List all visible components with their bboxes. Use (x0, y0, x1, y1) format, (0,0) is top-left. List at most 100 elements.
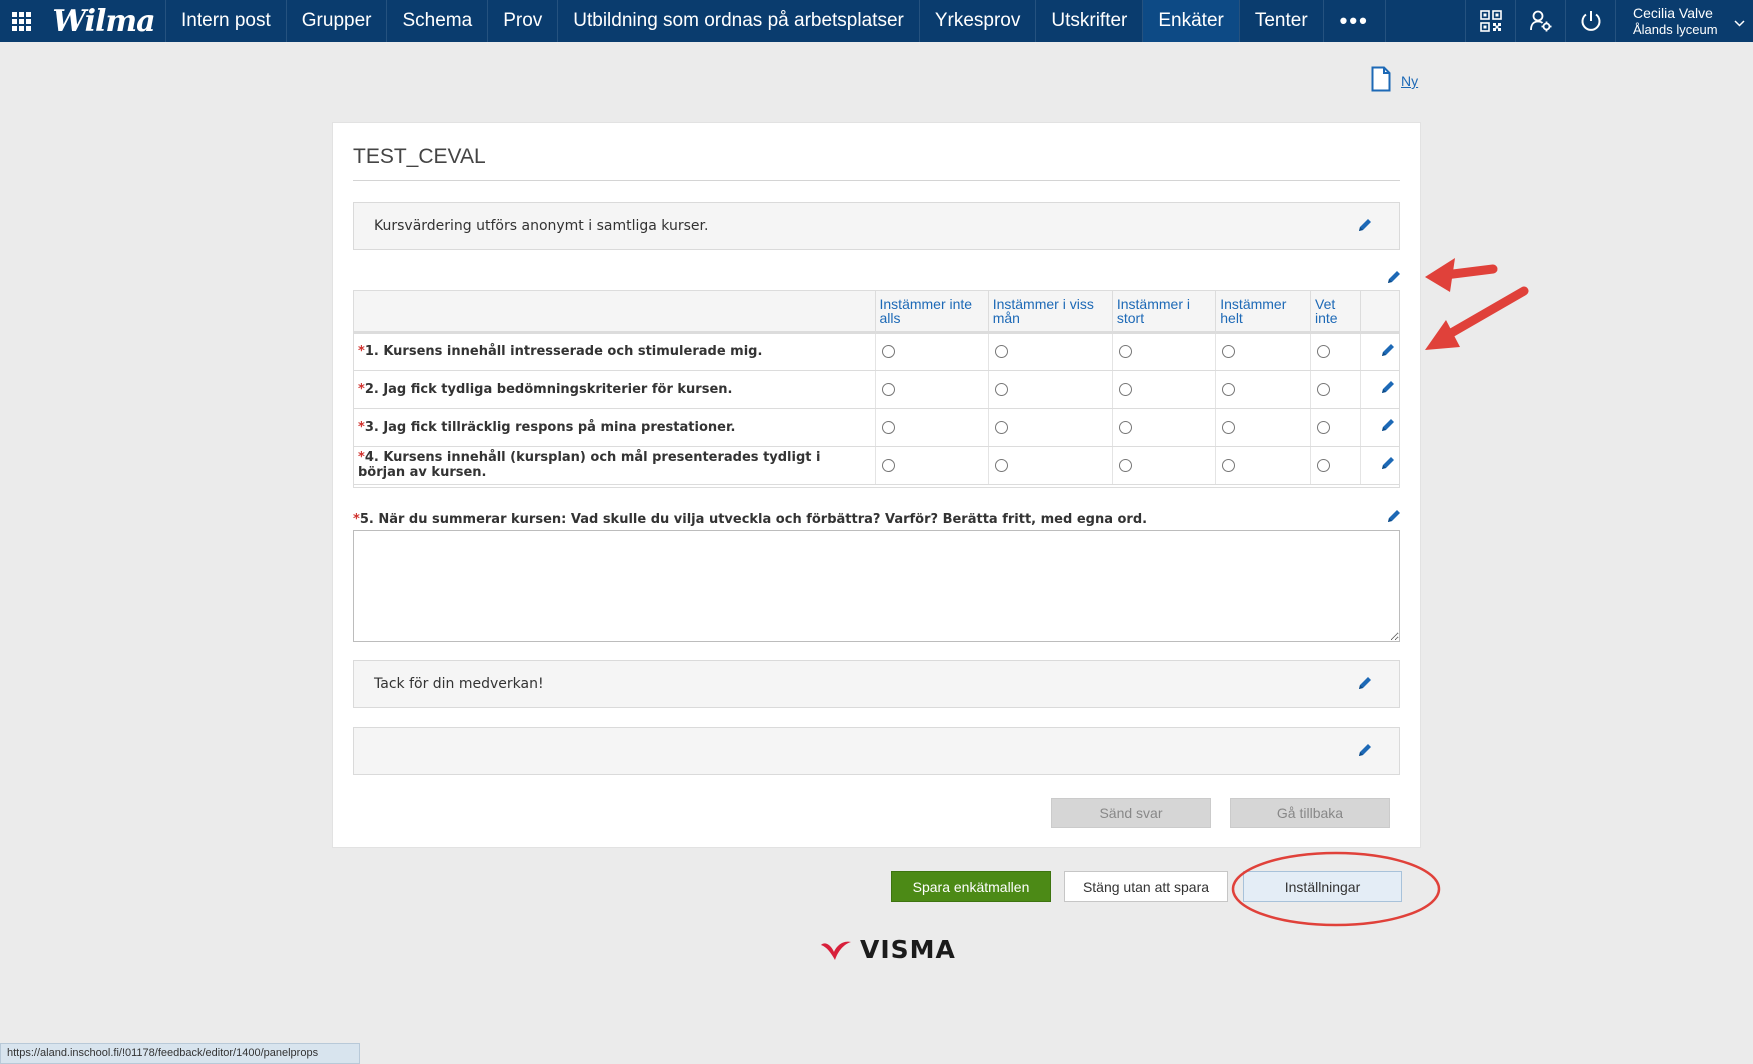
radio-button[interactable] (1118, 382, 1132, 396)
intro-text: Kursvärdering utförs anonymt i samtliga … (374, 218, 709, 234)
nav-yrkesprov[interactable]: Yrkesprov (920, 0, 1037, 42)
annotation-arrow-bottom (1425, 286, 1529, 350)
nav-utbildning-arbetsplatser[interactable]: Utbildning som ordnas på arbetsplatser (558, 0, 920, 42)
radio-button[interactable] (881, 345, 895, 358)
grid-header-row: Instämmer inte alls Instämmer i viss mån… (353, 290, 1400, 332)
open-answer-textarea[interactable] (353, 530, 1400, 642)
edit-pencil-icon[interactable] (1357, 217, 1373, 233)
nav-grupper[interactable]: Grupper (287, 0, 388, 42)
edit-pencil-icon[interactable] (1357, 675, 1373, 691)
question-label: *4. Kursens innehåll (kursplan) och mål … (353, 446, 875, 485)
radio-button[interactable] (1317, 420, 1330, 434)
edit-pencil-icon[interactable] (1386, 508, 1402, 524)
user-name: Cecilia Valve (1633, 5, 1713, 21)
radio-button[interactable] (1118, 458, 1132, 472)
required-marker: * (358, 450, 365, 465)
question-text: 3. Jag fick tillräcklig respons på mina … (364, 419, 736, 435)
status-bar-url: https://aland.inschool.fi/!01178/feedbac… (0, 1043, 360, 1064)
radio-button[interactable] (1222, 345, 1236, 358)
question-label: *2. Jag fick tydliga bedömningskriterier… (353, 370, 875, 409)
new-survey-link[interactable]: Ny (1401, 73, 1418, 89)
wilma-logo[interactable]: Wilma (42, 0, 166, 42)
edit-pencil-icon[interactable] (1380, 417, 1396, 433)
required-marker: * (358, 419, 365, 435)
radio-button[interactable] (1317, 345, 1330, 358)
nav-enkater[interactable]: Enkäter (1143, 0, 1240, 42)
edit-pencil-icon[interactable] (1380, 342, 1396, 358)
intro-text-panel: Kursvärdering utförs anonymt i samtliga … (353, 202, 1400, 250)
visma-logo: VISMA (820, 935, 956, 964)
required-marker: * (358, 344, 365, 359)
nav-schema[interactable]: Schema (387, 0, 489, 42)
table-row: *1. Kursens innehåll intresserade och st… (353, 332, 1400, 371)
apps-grid-icon[interactable] (0, 0, 42, 42)
edit-pencil-icon[interactable] (1380, 379, 1396, 395)
radio-button[interactable] (881, 458, 895, 472)
open-question-label: *5. När du summerar kursen: Vad skulle d… (353, 512, 1147, 527)
edit-pencil-icon[interactable] (1357, 742, 1373, 758)
table-row: *4. Kursens innehåll (kursplan) och mål … (353, 446, 1400, 485)
user-settings-icon[interactable] (1515, 0, 1565, 42)
table-row: *2. Jag fick tydliga bedömningskriterier… (353, 370, 1400, 409)
column-header: Vet inte (1310, 290, 1360, 332)
radio-button[interactable] (881, 382, 895, 396)
edit-pencil-icon[interactable] (1380, 455, 1396, 471)
radio-button[interactable] (994, 345, 1008, 358)
annotation-arrow-top (1425, 258, 1498, 292)
thanks-text-panel: Tack för din medverkan! (353, 660, 1400, 708)
radio-button[interactable] (994, 382, 1008, 396)
column-header: Instämmer i viss mån (987, 290, 1113, 332)
title-divider (353, 180, 1400, 181)
go-back-button[interactable]: Gå tillbaka (1230, 798, 1390, 828)
likert-question-grid: Instämmer inte alls Instämmer i viss mån… (353, 290, 1400, 485)
column-header: Instämmer inte alls (874, 290, 989, 332)
top-navigation-bar: Wilma Intern post Grupper Schema Prov Ut… (0, 0, 1753, 42)
user-menu[interactable]: Cecilia Valve Ålands lyceum (1615, 0, 1753, 42)
new-survey-link-group[interactable]: Ny (1371, 66, 1418, 96)
nav-intern-post[interactable]: Intern post (166, 0, 287, 42)
radio-button[interactable] (1222, 420, 1236, 434)
edit-pencil-icon[interactable] (1386, 269, 1402, 285)
table-row: *3. Jag fick tillräcklig respons på mina… (353, 408, 1400, 447)
qr-code-icon[interactable] (1465, 0, 1515, 42)
nav-more-button[interactable]: ••• (1324, 0, 1386, 42)
grid-header-question (353, 290, 875, 332)
radio-button[interactable] (994, 420, 1008, 434)
nav-utskrifter[interactable]: Utskrifter (1036, 0, 1144, 42)
user-school: Ålands lyceum (1633, 22, 1718, 37)
required-marker: * (353, 512, 360, 527)
close-without-saving-button[interactable]: Stäng utan att spara (1064, 871, 1228, 902)
radio-button[interactable] (1222, 382, 1236, 396)
column-header: Instämmer helt (1215, 290, 1311, 332)
question-label: *3. Jag fick tillräcklig respons på mina… (353, 408, 875, 447)
radio-button[interactable] (1317, 458, 1330, 472)
radio-button[interactable] (1118, 420, 1132, 434)
radio-button[interactable] (1222, 458, 1236, 472)
radio-button[interactable] (994, 458, 1008, 472)
nav-tenter[interactable]: Tenter (1240, 0, 1324, 42)
question-label: *1. Kursens innehåll intresserade och st… (353, 332, 875, 371)
settings-button[interactable]: Inställningar (1243, 871, 1402, 902)
survey-editor-card: TEST_CEVAL Kursvärdering utförs anonymt … (332, 122, 1421, 848)
save-template-button[interactable]: Spara enkätmallen (891, 871, 1051, 902)
grid-header-edit (1359, 290, 1400, 332)
survey-title: TEST_CEVAL (353, 145, 486, 168)
visma-swoosh-icon (821, 941, 851, 960)
radio-button[interactable] (1317, 382, 1330, 396)
visma-wordmark: VISMA (860, 935, 956, 964)
required-marker: * (358, 381, 365, 397)
radio-button[interactable] (881, 420, 895, 434)
submit-answers-button[interactable]: Sänd svar (1051, 798, 1211, 828)
chevron-down-icon[interactable] (1734, 16, 1745, 30)
new-document-icon[interactable] (1371, 66, 1391, 96)
radio-button[interactable] (1118, 345, 1132, 358)
power-icon[interactable] (1565, 0, 1615, 42)
question-text: 4. Kursens innehåll (kursplan) och mål p… (358, 450, 821, 480)
question-text: 2. Jag fick tydliga bedömningskriterier … (364, 381, 733, 397)
nav-prov[interactable]: Prov (488, 0, 559, 42)
column-header: Instämmer i stort (1111, 290, 1216, 332)
thanks-text: Tack för din medverkan! (374, 676, 544, 692)
empty-text-panel (353, 727, 1400, 775)
open-question-text: 5. När du summerar kursen: Vad skulle du… (359, 512, 1148, 527)
question-text: 1. Kursens innehåll intresserade och sti… (364, 344, 763, 359)
